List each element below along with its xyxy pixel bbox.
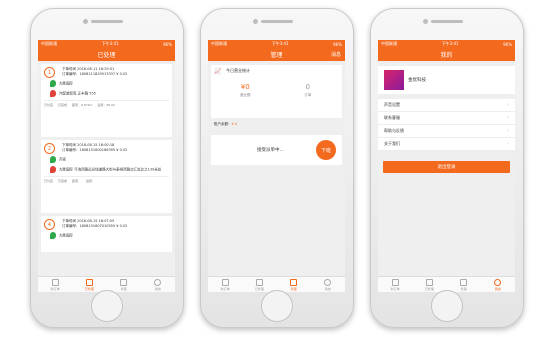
- pickup-pin-icon: [50, 232, 56, 239]
- order-card[interactable]: 1 下单时间 2018-08-11 16:29:51 订单编号：18081118…: [41, 64, 172, 137]
- order-icon: [221, 278, 229, 286]
- logout-button[interactable]: 退出登录: [383, 161, 510, 173]
- account-balance: 账户余额：¥ 0: [214, 122, 238, 126]
- status-bar: 中国联通 下午3:41 96%: [38, 40, 175, 48]
- phone-frame-profile: 中国联通 下午3:41 96% 我的 金优科技 声音设置 › 联系客服 › 帮助与反…: [370, 8, 524, 328]
- chevron-right-icon: ›: [507, 128, 509, 134]
- avatar: [384, 70, 404, 90]
- tab-me[interactable]: 我的: [311, 277, 345, 292]
- menu-item-sound[interactable]: 声音设置 ›: [378, 99, 515, 112]
- off-duty-button[interactable]: 下班: [316, 140, 336, 160]
- order-icon: [391, 278, 399, 286]
- order-icon: [51, 278, 59, 286]
- tab-new-orders[interactable]: 新订单: [208, 277, 242, 292]
- order-meta: 已付完 已完成 距离：0.67km 运费：¥0.02: [44, 100, 169, 107]
- screen-profile: 中国联通 下午3:41 96% 我的 金优科技 声音设置 › 联系客服 › 帮助与反…: [378, 40, 515, 292]
- dropoff-pin-icon: [50, 90, 56, 97]
- tab-new-orders[interactable]: 新订单: [378, 277, 412, 292]
- stats-row: ¥0 营业额 0 订单: [214, 83, 339, 98]
- revenue-stat: ¥0 营业额: [240, 83, 251, 97]
- processed-icon: [255, 278, 263, 286]
- nav-bar: 我的: [378, 48, 515, 61]
- page-title: 管理: [270, 52, 283, 59]
- grid-icon: [290, 278, 298, 286]
- chevron-right-icon: ›: [507, 141, 509, 147]
- home-button[interactable]: [431, 290, 463, 322]
- user-icon: [324, 278, 332, 286]
- messages-link[interactable]: 消息: [331, 51, 341, 58]
- phone-frame-manage: 中国联通 下午3:41 96% 管理 消息 📈 今日营业统计 ¥0 营业额 0 订单…: [200, 8, 354, 328]
- pickup-address: 大胜国际: [50, 232, 169, 239]
- phone-frame-orders: 中国联通 下午3:41 96% 已处理 1 下单时间 2018-08-11 16…: [30, 8, 184, 328]
- menu-item-feedback[interactable]: 帮助与反馈 ›: [378, 125, 515, 138]
- profile-name: 金优科技: [408, 78, 426, 83]
- battery-label: 96%: [503, 41, 512, 47]
- dropoff-pin-icon: [50, 166, 56, 173]
- order-card[interactable]: 2 下单时间 2018-08-15 16:00:18 订单编号：18081516…: [41, 140, 172, 213]
- tab-me[interactable]: 我的: [481, 277, 515, 292]
- dropoff-address: 大胜国际 弓泡西路近光线道路大街与泰绰西路交汇处北之130米处: [50, 166, 169, 173]
- status-bar: 中国联通 下午3:41 96%: [378, 40, 515, 48]
- pickup-pin-icon: [50, 80, 56, 87]
- speaker-grille: [91, 20, 123, 23]
- time-label: 下午3:41: [101, 41, 119, 46]
- page-title: 我的: [440, 52, 453, 59]
- menu-item-about[interactable]: 关于我们 ›: [378, 138, 515, 151]
- grid-icon: [460, 278, 468, 286]
- grid-icon: [120, 278, 128, 286]
- speaker-grille: [261, 20, 293, 23]
- battery-label: 96%: [163, 41, 172, 47]
- order-id: 订单编号：1808111829513337 ¥ 0.02: [62, 72, 128, 76]
- order-id: 订单编号：1808151607010550 ¥ 0.02: [62, 224, 128, 228]
- menu-item-support[interactable]: 联系客服 ›: [378, 112, 515, 125]
- order-meta: 已付完 已完成 距离： 运费：: [44, 176, 169, 183]
- dropoff-address: 汽配装卸库 正丰路 555: [50, 90, 169, 97]
- page-title: 已处理: [97, 52, 116, 59]
- screen-orders: 中国联通 下午3:41 96% 已处理 1 下单时间 2018-08-11 16…: [38, 40, 175, 292]
- stats-title: 今日营业统计: [226, 68, 250, 73]
- nav-bar: 已处理: [38, 48, 175, 61]
- time-label: 下午3:41: [271, 41, 289, 46]
- battery-label: 96%: [333, 41, 342, 47]
- home-button[interactable]: [261, 290, 293, 322]
- camera-icon: [83, 19, 88, 24]
- screen-manage: 中国联通 下午3:41 96% 管理 消息 📈 今日营业统计 ¥0 营业额 0 订单…: [208, 40, 345, 292]
- status-bar: 中国联通 下午3:41 96%: [208, 40, 345, 48]
- order-number-badge: 2: [44, 143, 55, 154]
- user-icon: [494, 278, 502, 286]
- dispatch-status: 接受派单中...: [257, 148, 284, 153]
- trend-chart-icon: 📈: [214, 68, 222, 75]
- carrier-label: 中国联通: [211, 41, 227, 46]
- orders-stat: 0 订单: [304, 83, 312, 97]
- speaker-grille: [431, 20, 463, 23]
- order-number-badge: 4: [44, 219, 55, 230]
- profile-header[interactable]: 金优科技: [378, 66, 515, 94]
- processed-icon: [425, 278, 433, 286]
- order-card[interactable]: 4 下单时间 2018-08-15 16:07:05 订单编号：18081516…: [41, 216, 172, 252]
- tab-me[interactable]: 我的: [141, 277, 175, 292]
- carrier-label: 中国联通: [41, 41, 57, 46]
- pickup-address: 大胜国际: [50, 80, 169, 87]
- pickup-address: 齐家: [50, 156, 169, 163]
- order-id: 订单编号：1808151600166395 ¥ 0.02: [62, 148, 128, 152]
- tab-new-orders[interactable]: 新订单: [38, 277, 72, 292]
- chevron-right-icon: ›: [507, 102, 509, 108]
- processed-icon: [85, 278, 93, 286]
- time-label: 下午3:41: [441, 41, 459, 46]
- chevron-right-icon: ›: [507, 115, 509, 121]
- nav-bar: 管理 消息: [208, 48, 345, 61]
- pickup-pin-icon: [50, 156, 56, 163]
- stats-card: 📈 今日营业统计 ¥0 营业额 0 订单: [211, 65, 342, 118]
- carrier-label: 中国联通: [381, 41, 397, 46]
- home-button[interactable]: [91, 290, 123, 322]
- camera-icon: [253, 19, 258, 24]
- settings-menu: 声音设置 › 联系客服 › 帮助与反馈 › 关于我们 ›: [378, 99, 515, 151]
- dispatch-panel: 接受派单中... 下班: [211, 135, 342, 165]
- user-icon: [154, 278, 162, 286]
- camera-icon: [423, 19, 428, 24]
- order-number-badge: 1: [44, 67, 55, 78]
